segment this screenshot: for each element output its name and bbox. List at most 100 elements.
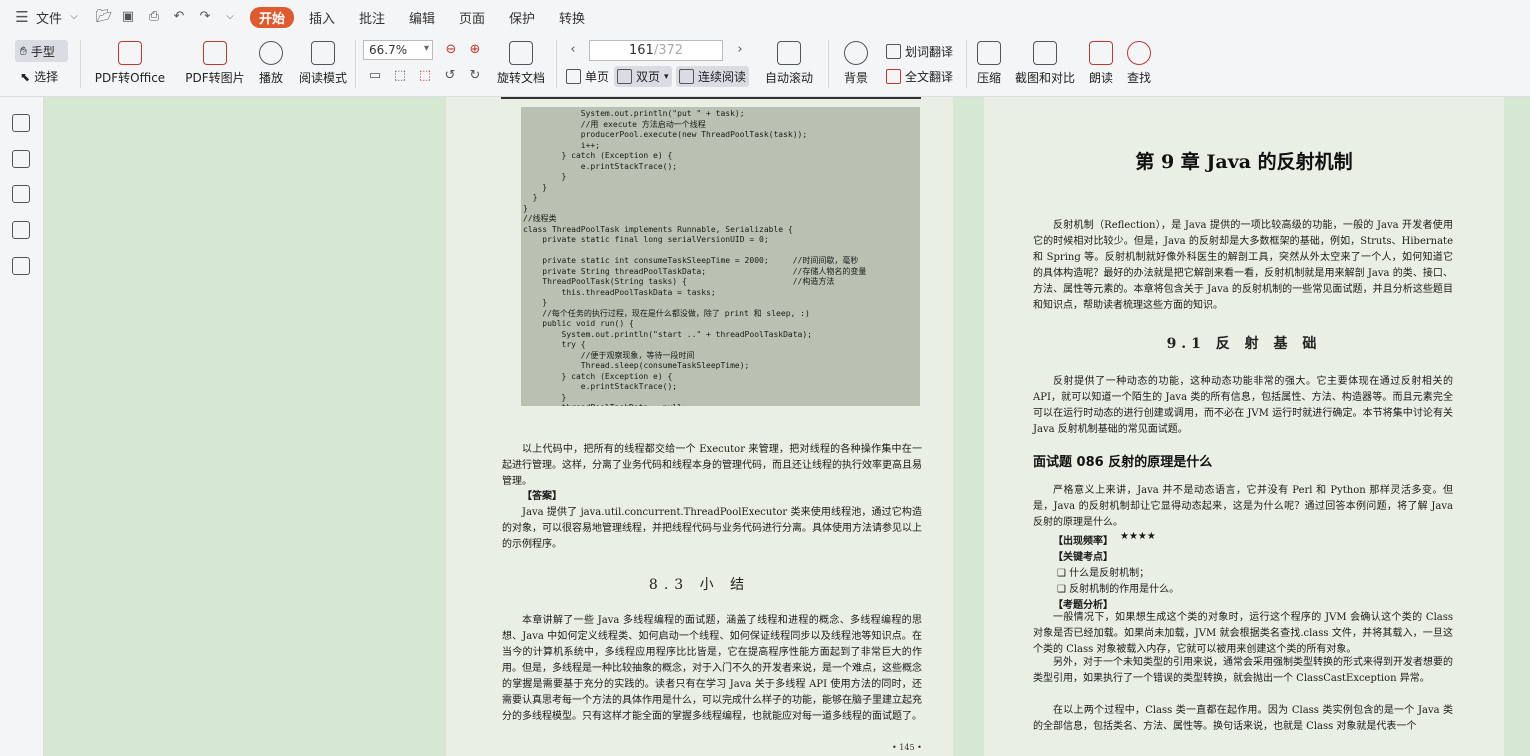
- previous-page-icon[interactable]: ‹: [565, 42, 581, 58]
- frequency-stars: ★★★★: [1120, 531, 1156, 542]
- print-icon[interactable]: ⎙: [146, 9, 162, 25]
- tab-page[interactable]: 页面: [459, 8, 485, 27]
- attachment-icon[interactable]: [12, 221, 30, 239]
- read-aloud-button[interactable]: 朗读: [1086, 41, 1116, 86]
- menu-bar: ☰ 文件 ⌵ 📂︎ ▣ ⎙ ↶ ↷ ⌵ 开始 插入 批注 编辑 页面 保护 转换: [0, 0, 1530, 34]
- save-icon[interactable]: ▣: [120, 9, 136, 25]
- search-icon: [1127, 41, 1151, 65]
- continuous-read-button[interactable]: 连续阅读: [676, 66, 750, 87]
- compress-button[interactable]: 压缩: [975, 41, 1003, 86]
- comment-icon[interactable]: [12, 185, 30, 203]
- chapter-title: 第 9 章 Java 的反射机制: [1135, 151, 1353, 173]
- question-title: 面试题 086 反射的原理是什么: [1033, 455, 1213, 470]
- hamburger-menu-icon[interactable]: ☰: [14, 9, 30, 25]
- paragraph: 以上代码中，把所有的线程都交给一个 Executor 来管理，把对线程的各种操作…: [502, 444, 922, 487]
- read-mode-button[interactable]: 阅读模式: [298, 41, 348, 86]
- thumbnail-icon[interactable]: [12, 150, 30, 168]
- tab-start[interactable]: 开始: [250, 7, 295, 28]
- code-block: System.out.println("put " + task); //用 e…: [521, 107, 920, 406]
- fit-width-icon[interactable]: ⬚: [417, 68, 433, 84]
- ribbon-toolbar: ☰ 文件 ⌵ 📂︎ ▣ ⎙ ↶ ↷ ⌵ 开始 插入 批注 编辑 页面 保护 转换…: [0, 0, 1530, 97]
- section-title: 8.3 小 结: [648, 577, 751, 593]
- summary-text: 本章讲解了一些 Java 多线程编程的面试题，涵盖了线程和进程的概念、多线程编程…: [502, 615, 922, 722]
- find-label: 查找: [1126, 71, 1151, 85]
- analysis-paragraph: 一般情况下，如果想生成这个类的对象时，运行这个程序的 JVM 会确认这个类的 C…: [1033, 612, 1453, 655]
- play-button[interactable]: 播放: [256, 41, 286, 86]
- background-label: 背景: [843, 71, 868, 85]
- question-paragraph: 严格意义上来讲，Java 并不是动态语言，它并没有 Perl 和 Python …: [1033, 485, 1453, 528]
- hand-icon: ✋︎: [20, 44, 27, 58]
- double-page-button[interactable]: 双页 ▾: [614, 66, 672, 87]
- pdf-office-icon: [118, 41, 142, 65]
- answer-label: 【答案】: [522, 491, 562, 502]
- pdf-to-office-label: PDF转Office: [94, 71, 166, 85]
- translate-icon: [886, 44, 901, 59]
- full-translate-icon: [886, 69, 901, 84]
- select-tool-button[interactable]: ⬉ 选择: [20, 68, 58, 85]
- read-aloud-label: 朗读: [1088, 71, 1113, 85]
- word-translate-label: 划词翻译: [905, 45, 954, 59]
- read-aloud-icon: [1089, 41, 1113, 65]
- analysis-label: 【考题分析】: [1053, 600, 1113, 611]
- page-current: 161: [628, 43, 654, 58]
- find-button[interactable]: 查找: [1124, 41, 1154, 86]
- screenshot-compare-button[interactable]: 截图和对比: [1013, 41, 1077, 86]
- zoom-in-icon[interactable]: ⊕: [467, 42, 483, 58]
- single-page-icon: [566, 69, 581, 84]
- single-page-button[interactable]: 单页: [566, 68, 609, 85]
- document-view[interactable]: System.out.println("put " + task); //用 e…: [44, 97, 1530, 756]
- word-translate-button[interactable]: 划词翻译: [886, 43, 953, 60]
- play-icon: [259, 41, 283, 65]
- bookmark-icon[interactable]: [12, 114, 30, 132]
- undo-icon[interactable]: ↶: [171, 9, 187, 25]
- key-point-item: ❑ 反射机制的作用是什么。: [1057, 584, 1180, 595]
- full-translate-button[interactable]: 全文翻译: [886, 68, 953, 85]
- more-chevron-icon[interactable]: ⌵: [222, 9, 238, 25]
- screenshot-compare-icon: [1033, 41, 1057, 65]
- tab-convert[interactable]: 转换: [559, 8, 585, 27]
- auto-scroll-icon: [777, 41, 801, 65]
- tab-edit[interactable]: 编辑: [409, 8, 435, 27]
- analysis-paragraph: 在以上两个过程中，Class 类一直都在起作用。因为 Class 类实例包含的是…: [1033, 705, 1453, 732]
- cursor-icon: ⬉: [20, 69, 31, 84]
- tab-annotate[interactable]: 批注: [359, 8, 385, 27]
- chevron-down-icon[interactable]: ⌵: [66, 9, 82, 25]
- pdf-to-office-button[interactable]: PDF转Office: [92, 41, 168, 86]
- signature-icon[interactable]: [12, 257, 30, 275]
- separator: [556, 40, 557, 88]
- zoom-out-icon[interactable]: ⊖: [443, 42, 459, 58]
- separator: [80, 40, 81, 88]
- rotate-document-icon: [509, 41, 533, 65]
- rotate-left-icon[interactable]: ↺: [442, 68, 458, 84]
- hand-tool-button[interactable]: ✋︎ 手型: [20, 43, 55, 60]
- zoom-select[interactable]: 66.7%: [363, 40, 433, 60]
- screenshot-compare-label: 截图和对比: [1014, 71, 1075, 85]
- page-right: 第 9 章 Java 的反射机制 反射机制（Reflection），是 Java…: [984, 97, 1504, 756]
- menu-file[interactable]: 文件: [36, 8, 62, 27]
- actual-size-icon[interactable]: ▭: [367, 68, 383, 84]
- auto-scroll-button[interactable]: 自动滚动: [760, 41, 818, 86]
- next-page-icon[interactable]: ›: [732, 42, 748, 58]
- chevron-down-icon: ▾: [664, 71, 669, 82]
- moon-icon: [844, 41, 868, 65]
- redo-icon[interactable]: ↷: [197, 9, 213, 25]
- pdf-to-image-button[interactable]: PDF转图片: [184, 41, 246, 86]
- hand-label: 手型: [30, 45, 55, 59]
- full-translate-label: 全文翻译: [905, 70, 954, 84]
- key-point-item: ❑ 什么是反射机制；: [1057, 568, 1150, 579]
- fit-page-icon[interactable]: ⬚: [392, 68, 408, 84]
- page-number-input[interactable]: 161/372: [589, 40, 723, 61]
- open-folder-icon[interactable]: 📂︎: [96, 9, 113, 25]
- compress-label: 压缩: [976, 71, 1001, 85]
- background-button[interactable]: 背景: [840, 41, 872, 86]
- separator: [355, 40, 356, 88]
- double-page-label: 双页: [636, 70, 661, 84]
- continuous-read-label: 连续阅读: [698, 70, 747, 84]
- rotate-right-icon[interactable]: ↻: [467, 68, 483, 84]
- tab-insert[interactable]: 插入: [309, 8, 335, 27]
- tab-protect[interactable]: 保护: [509, 8, 535, 27]
- pdf-image-icon: [203, 41, 227, 65]
- intro-paragraph: 反射机制（Reflection），是 Java 提供的一项比较高级的功能，一般的…: [1033, 220, 1453, 311]
- rotate-document-button[interactable]: 旋转文档: [495, 41, 547, 86]
- continuous-read-icon: [679, 69, 694, 84]
